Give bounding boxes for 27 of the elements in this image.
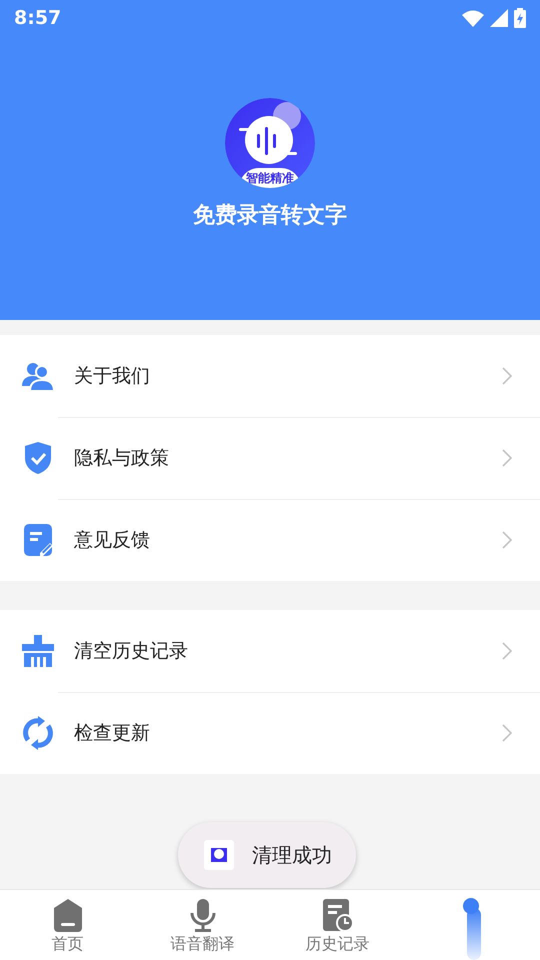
nav-tab[interactable]: 首页 xyxy=(0,890,135,960)
chevron-right-icon xyxy=(502,367,512,385)
nav-tab[interactable]: 历史记录 xyxy=(270,890,405,960)
app-icon xyxy=(204,840,234,870)
status-time: 8:57 xyxy=(14,7,62,29)
battery-icon xyxy=(514,8,526,28)
menu-item[interactable]: 关于我们 xyxy=(0,335,540,417)
chevron-right-icon xyxy=(502,449,512,467)
app-title: 免费录音转文字 xyxy=(193,202,347,230)
broom-icon xyxy=(22,635,54,667)
refresh-icon xyxy=(22,716,54,750)
document-clock-icon xyxy=(322,898,354,932)
menu-item[interactable]: 清空历史记录 xyxy=(0,610,540,692)
menu-item[interactable]: 检查更新 xyxy=(0,692,540,774)
menu-item[interactable]: 隐私与政策 xyxy=(0,417,540,499)
nav-tab[interactable]: 语音翻译 xyxy=(135,890,270,960)
users-icon xyxy=(22,361,54,391)
chevron-right-icon xyxy=(502,724,512,742)
shield-check-icon xyxy=(22,441,54,475)
chevron-right-icon xyxy=(502,642,512,660)
signal-icon xyxy=(490,9,508,27)
menu-item[interactable]: 意见反馈 xyxy=(0,499,540,581)
chevron-right-icon xyxy=(502,531,512,549)
edit-note-icon xyxy=(22,523,54,557)
microphone-icon xyxy=(188,898,216,932)
wifi-icon xyxy=(462,10,484,26)
toast: 清理成功 xyxy=(178,822,356,888)
